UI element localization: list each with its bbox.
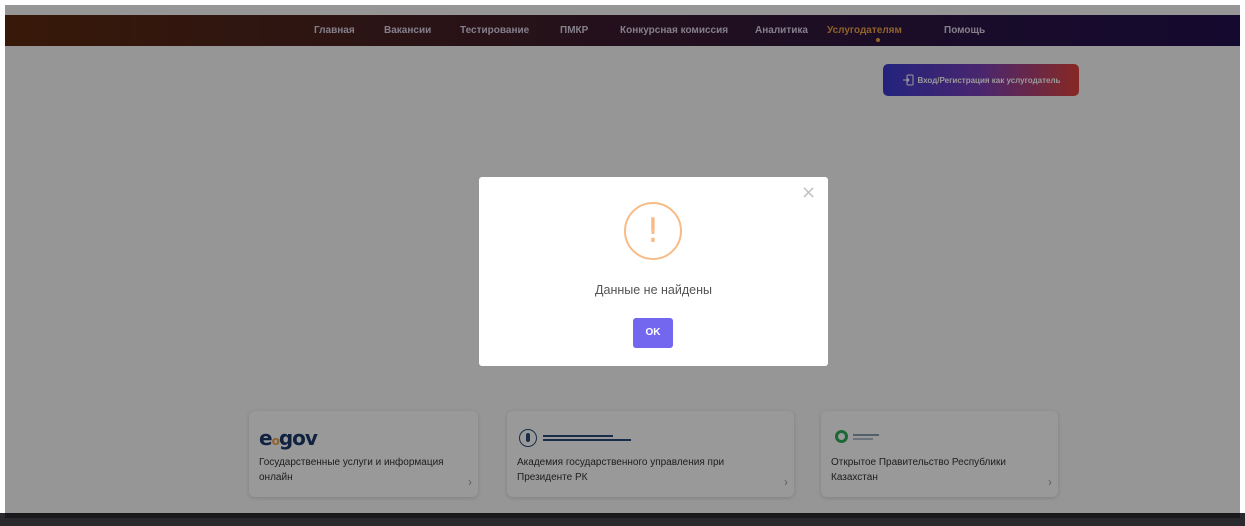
warning-icon: ! bbox=[624, 202, 682, 260]
close-icon[interactable]: × bbox=[801, 184, 816, 202]
ok-button[interactable]: OK bbox=[633, 318, 673, 348]
dialog-message: Данные не найдены bbox=[595, 283, 712, 297]
alert-dialog: × ! Данные не найдены OK bbox=[479, 177, 828, 366]
